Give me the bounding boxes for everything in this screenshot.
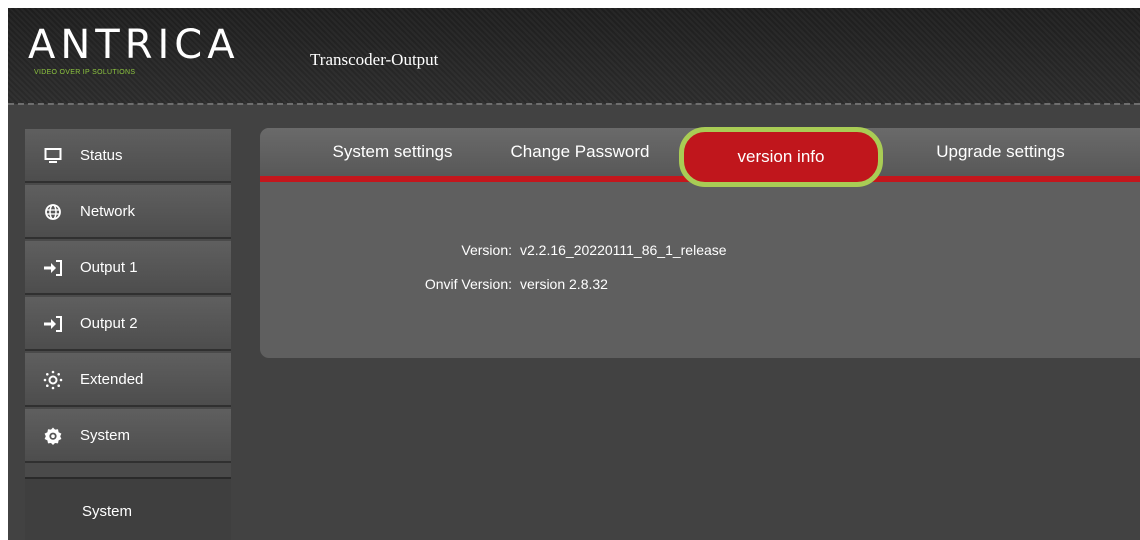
tab-change-password[interactable]: Change Password [480, 128, 680, 176]
brand-logo: ANTRICA VIDEO OVER IP SOLUTIONS [28, 20, 258, 80]
sidebar-item-output-1[interactable]: Output 1 [25, 241, 231, 295]
enter-arrow-icon [43, 258, 63, 278]
sidebar-item-label: Status [80, 147, 123, 164]
tab-version-info[interactable]: version info [679, 127, 883, 187]
extended-gear-icon [43, 370, 63, 390]
version-label: Version: [461, 242, 512, 258]
sidebar-item-status[interactable]: Status [25, 129, 231, 183]
sidebar-item-label: Extended [80, 371, 144, 388]
monitor-icon [43, 146, 63, 166]
header-divider [8, 103, 1140, 105]
sidebar: Status Network Output 1 Output 2 Extende… [25, 129, 231, 540]
brand-tagline: VIDEO OVER IP SOLUTIONS [34, 69, 136, 76]
version-value: v2.2.16_20220111_86_1_release [520, 242, 727, 258]
sidebar-item-output-2[interactable]: Output 2 [25, 297, 231, 351]
sidebar-subitem-system[interactable]: System [25, 477, 231, 540]
header-bar: ANTRICA VIDEO OVER IP SOLUTIONS Transcod… [8, 8, 1140, 104]
sidebar-item-label: Output 2 [80, 315, 138, 332]
sidebar-subitem-label: System [82, 503, 133, 520]
sidebar-item-label: System [80, 427, 131, 444]
enter-arrow-icon [43, 314, 63, 334]
onvif-version-value: version 2.8.32 [520, 276, 608, 292]
sidebar-item-network[interactable]: Network [25, 185, 231, 239]
sidebar-item-extended[interactable]: Extended [25, 353, 231, 407]
globe-icon [43, 202, 63, 222]
tab-upgrade-settings[interactable]: Upgrade settings [893, 128, 1108, 176]
onvif-version-label: Onvif Version: [424, 276, 512, 292]
sidebar-item-label: Output 1 [80, 259, 138, 276]
app-window: ANTRICA VIDEO OVER IP SOLUTIONS Transcod… [8, 8, 1140, 540]
brand-name: ANTRICA [28, 22, 240, 68]
system-gear-icon [43, 426, 63, 446]
sidebar-item-system[interactable]: System [25, 409, 231, 463]
product-title: Transcoder-Output [310, 50, 439, 69]
sidebar-item-label: Network [80, 203, 136, 220]
tab-system-settings[interactable]: System settings [290, 128, 495, 176]
